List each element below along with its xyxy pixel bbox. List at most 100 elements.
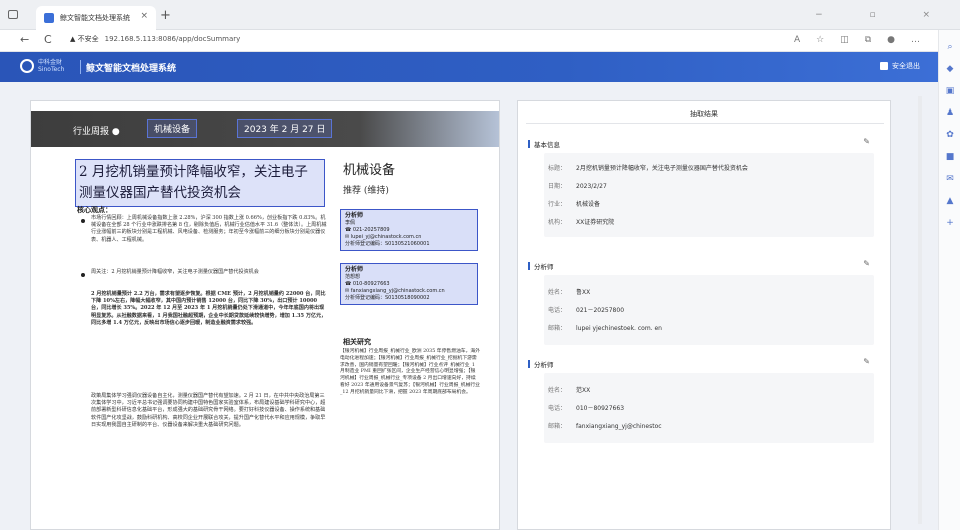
field-value[interactable]: 鲁XX — [576, 289, 590, 296]
field-institution: 机构： XX证券研究院 — [548, 217, 614, 226]
browser-tab-bar: 鲸文智能文档处理系统 × + − ▫ × — [0, 0, 960, 30]
field-date: 日期： 2023/2/27 — [548, 181, 607, 190]
analyst-name: 李佩 — [345, 220, 356, 226]
section-title: 分析师 — [534, 361, 554, 369]
field-label: 标题： — [548, 165, 567, 172]
edit-icon[interactable]: ✎ — [863, 357, 870, 366]
analyst-cert: 分析师登记编码：S0130518090002 — [345, 295, 430, 301]
analyst-heading: 分析师 — [345, 212, 364, 219]
add-icon[interactable]: + — [939, 218, 960, 228]
field-value[interactable]: 010－80927663 — [576, 405, 624, 412]
profile-icon[interactable]: ● — [887, 35, 895, 45]
logo: 中科金财 SinoTech — [20, 59, 64, 73]
header-divider — [80, 60, 81, 74]
field-name: 姓名： 范XX — [548, 385, 590, 394]
search-icon[interactable]: ⌕ — [939, 42, 960, 52]
bullet-icon — [81, 219, 85, 223]
report-header-band: 行业周报 ● 机械设备 2023 年 2 月 27 日 — [31, 111, 499, 147]
field-value[interactable]: XX证券研究院 — [576, 219, 614, 226]
logout-label: 安全退出 — [892, 62, 920, 70]
field-title: 标题： 2月挖机销量预计降幅收窄，关注电子测量仪器国产替代投资机会 — [548, 163, 748, 172]
paragraph-policy: 政策局集体学习强调仪器设备自主化，测量仪器国产替代有望加速。2 月 21 日，在… — [91, 393, 326, 428]
field-label: 机构： — [548, 219, 567, 226]
office-icon[interactable]: ■ — [939, 152, 960, 162]
logo-mark-icon — [20, 59, 34, 73]
analyst-phone: ☎ 010-80927663 — [345, 281, 390, 287]
field-email: 邮箱： fanxiangxiang_yj@chinestoc — [548, 421, 662, 430]
field-label: 邮箱： — [548, 423, 567, 430]
main-area: 行业周报 ● 机械设备 2023 年 2 月 27 日 2 月挖机销量预计降幅收… — [0, 82, 938, 530]
field-value[interactable]: 2月挖机销量预计降幅收窄，关注电子测量仪器国产替代投资机会 — [576, 165, 748, 172]
tag-icon[interactable]: ◆ — [939, 64, 960, 74]
field-label: 姓名： — [548, 387, 567, 394]
tab-close-button[interactable]: × — [140, 11, 148, 21]
app-title: 鲸文智能文档处理系统 — [86, 64, 177, 74]
read-aloud-icon[interactable]: A — [794, 35, 800, 45]
related-research-heading: 相关研究 — [343, 338, 371, 346]
field-value[interactable]: 机械设备 — [576, 201, 600, 208]
split-screen-icon[interactable]: ◫ — [840, 35, 849, 45]
outlook-icon[interactable]: ✉ — [939, 174, 960, 184]
section-title: 分析师 — [534, 263, 554, 271]
back-button[interactable]: ← — [20, 33, 29, 46]
field-label: 日期： — [548, 183, 567, 190]
page-scrollbar[interactable] — [918, 96, 922, 524]
logo-text-en: SinoTech — [38, 66, 65, 73]
toolbar-icons: A ☆ ◫ ⧉ ● … — [794, 35, 920, 45]
address-bar: ← C ▲ 不安全 192.168.5.113:8086/app/docSumm… — [0, 30, 960, 52]
reload-button[interactable]: C — [44, 33, 52, 46]
field-label: 姓名： — [548, 289, 567, 296]
browser-tab[interactable]: 鲸文智能文档处理系统 × — [36, 6, 156, 30]
report-sector-box: 机械设备 — [147, 119, 198, 138]
favorite-icon[interactable]: ☆ — [816, 35, 824, 45]
analyst-email: ✉ fanxiangxiang_yj@chinastock.com.cn — [345, 288, 445, 294]
field-value[interactable]: fanxiangxiang_yj@chinestoc — [576, 423, 662, 430]
edit-icon[interactable]: ✎ — [863, 259, 870, 268]
panel-divider — [526, 123, 884, 124]
section-marker — [528, 262, 530, 270]
paragraph-excavator: 2 月挖机销量预计 2.2 万台，需求有望逐步恢复。根据 CME 预计，2 月挖… — [91, 291, 327, 326]
logo-text-cn: 中科金财 — [38, 59, 63, 66]
section-marker — [528, 360, 530, 368]
field-value[interactable]: 范XX — [576, 387, 590, 394]
section-analyst-1: 分析师 — [528, 261, 554, 271]
url-field[interactable]: ▲ 不安全 192.168.5.113:8086/app/docSummary — [70, 34, 240, 44]
document-preview: 行业周报 ● 机械设备 2023 年 2 月 27 日 2 月挖机销量预计降幅收… — [30, 100, 500, 530]
security-warning[interactable]: ▲ 不安全 — [70, 34, 99, 44]
panel-title: 抽取结果 — [690, 110, 718, 118]
logout-button[interactable]: 安全退出 — [880, 61, 920, 71]
field-label: 行业： — [548, 201, 567, 208]
app-header: 中科金财 SinoTech 鲸文智能文档处理系统 安全退出 — [0, 52, 938, 82]
field-value[interactable]: 2023/2/27 — [576, 183, 607, 190]
section-marker — [528, 140, 530, 148]
field-value[interactable]: 021－20257800 — [576, 307, 624, 314]
section-title: 基本信息 — [534, 141, 560, 149]
bullet-icon — [81, 273, 85, 277]
section-basic-info: 基本信息 — [528, 139, 560, 149]
tab-title: 鲸文智能文档处理系统 — [60, 14, 130, 22]
field-value[interactable]: lupei yjechinestoek. com. en — [576, 325, 662, 332]
report-type: 行业周报 ● — [73, 127, 120, 137]
browser-sidebar: ⌕ ◆ ▣ ♟ ✿ ■ ✉ ▲ + — [938, 30, 960, 530]
analyst-cert: 分析师登记编码：S0130521060001 — [345, 241, 430, 247]
edit-icon[interactable]: ✎ — [863, 137, 870, 146]
collections-icon[interactable]: ⧉ — [865, 35, 871, 45]
people-icon[interactable]: ♟ — [939, 108, 960, 118]
url-text[interactable]: 192.168.5.113:8086/app/docSummary — [105, 35, 241, 43]
more-icon[interactable]: … — [911, 35, 920, 45]
shopping-icon[interactable]: ▣ — [939, 86, 960, 96]
games-icon[interactable]: ✿ — [939, 130, 960, 140]
field-label: 电话： — [548, 405, 567, 412]
field-label: 电话： — [548, 307, 567, 314]
field-phone: 电话： 021－20257800 — [548, 305, 624, 314]
drop-icon[interactable]: ▲ — [939, 196, 960, 206]
tab-actions-icon[interactable] — [8, 10, 18, 19]
report-title-box: 2 月挖机销量预计降幅收窄，关注电子测量仪器国产替代投资机会 — [75, 159, 325, 207]
analyst-name: 范想想 — [345, 274, 361, 280]
new-tab-button[interactable]: + — [160, 8, 171, 23]
tab-favicon-icon — [44, 13, 54, 23]
analyst-box: 分析师 李佩 ☎ 021-20257809 ✉ lupei_yj@chinast… — [340, 209, 478, 251]
window-controls[interactable]: − ▫ × — [815, 10, 952, 20]
report-rating: 推荐 (维持) — [343, 186, 389, 196]
report-sector: 机械设备 — [343, 163, 396, 178]
